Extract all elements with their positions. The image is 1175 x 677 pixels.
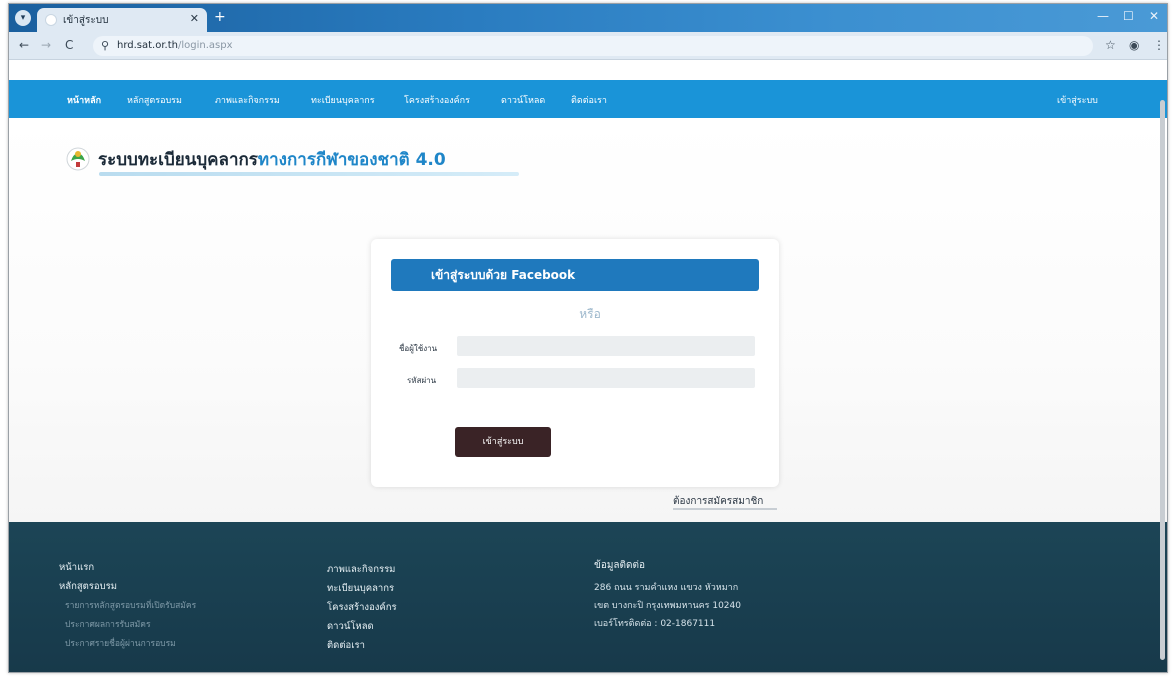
bookmark-star-icon[interactable]: ☆: [1105, 38, 1116, 52]
tab-search-icon[interactable]: ▾: [15, 10, 31, 26]
nav-item-home[interactable]: หน้าหลัก: [67, 93, 101, 107]
username-input[interactable]: [457, 336, 755, 356]
nav-login-link[interactable]: เข้าสู่ระบบ: [1057, 93, 1098, 107]
password-label: รหัสผ่าน: [407, 376, 437, 385]
footer-link-registry[interactable]: ทะเบียนบุคลากร: [327, 581, 397, 600]
new-tab-icon[interactable]: +: [214, 10, 226, 24]
footer-sublink-open-courses[interactable]: รายการหลักสูตรอบรมที่เปิดรับสมัคร: [59, 598, 196, 617]
password-input[interactable]: [457, 368, 755, 388]
site-title: ระบบทะเบียนบุคลากรทางการกีฬาของชาติ 4.0: [98, 150, 446, 170]
maximize-icon[interactable]: ☐: [1123, 9, 1134, 23]
footer-link-courses[interactable]: หลักสูตรอบรม: [59, 579, 196, 598]
username-label: ชื่อผู้ใช้งาน: [399, 344, 438, 353]
tab-title: เข้าสู่ระบบ: [63, 15, 109, 26]
footer-phone: เบอร์โทรติดต่อ : 02-1867111: [594, 619, 716, 629]
site-logo-icon: [66, 147, 90, 171]
forward-icon[interactable]: →: [41, 38, 51, 52]
reload-icon[interactable]: C: [65, 38, 73, 52]
close-icon[interactable]: ✕: [190, 12, 199, 25]
site-subtitle: [99, 172, 519, 176]
footer-link-home[interactable]: หน้าแรก: [59, 560, 196, 579]
minimize-icon[interactable]: —: [1097, 9, 1109, 23]
browser-toolbar: ← → C ⚲ hrd.sat.or.th/login.aspx ☆ ◉ ⋮: [9, 32, 1167, 60]
footer-sublink-results[interactable]: ประกาศผลการรับสมัคร: [59, 617, 196, 636]
footer-link-gallery[interactable]: ภาพและกิจกรรม: [327, 562, 397, 581]
favicon-icon: [45, 14, 57, 26]
browser-tab[interactable]: เข้าสู่ระบบ ✕: [37, 8, 207, 32]
footer-sublink-passed[interactable]: ประกาศรายชื่อผู้ผ่านการอบรม: [59, 636, 196, 655]
site-footer: หน้าแรก หลักสูตรอบรม รายการหลักสูตรอบรมท…: [9, 522, 1167, 672]
url-text: hrd.sat.or.th/login.aspx: [117, 40, 233, 51]
signup-link[interactable]: ต้องการสมัครสมาชิก: [673, 494, 763, 509]
menu-icon[interactable]: ⋮: [1153, 38, 1165, 52]
site-nav-bar: หน้าหลัก หลักสูตรอบรม ภาพและกิจกรรม ทะเบ…: [9, 80, 1167, 118]
footer-col-main: หน้าแรก หลักสูตรอบรม รายการหลักสูตรอบรมท…: [59, 560, 196, 655]
tab-strip: ▾ เข้าสู่ระบบ ✕ + — ☐ ✕: [9, 4, 1167, 32]
browser-window: ▾ เข้าสู่ระบบ ✕ + — ☐ ✕ ← → C ⚲ hrd.sat.…: [8, 3, 1168, 673]
nav-item-contact[interactable]: ติดต่อเรา: [571, 93, 607, 107]
signup-underline: [673, 508, 777, 510]
page-scrollbar[interactable]: [1160, 100, 1165, 660]
footer-link-structure[interactable]: โครงสร้างองค์กร: [327, 600, 397, 619]
facebook-login-button[interactable]: เข้าสู่ระบบด้วย Facebook: [391, 259, 759, 291]
nav-item-registry[interactable]: ทะเบียนบุคลากร: [311, 93, 375, 107]
footer-link-contact[interactable]: ติดต่อเรา: [327, 638, 397, 657]
footer-contact-title: ข้อมูลติดต่อ: [594, 560, 646, 571]
footer-link-download[interactable]: ดาวน์โหลด: [327, 619, 397, 638]
footer-contact: ข้อมูลติดต่อ 286 ถนน รามคำแหง แขวง หัวหม…: [594, 558, 741, 634]
address-bar[interactable]: ⚲ hrd.sat.or.th/login.aspx: [93, 36, 1093, 56]
login-submit-button[interactable]: เข้าสู่ระบบ: [455, 427, 551, 457]
nav-item-download[interactable]: ดาวน์โหลด: [501, 93, 545, 107]
footer-address-line1: 286 ถนน รามคำแหง แขวง หัวหมาก: [594, 583, 739, 593]
site-info-icon[interactable]: ⚲: [101, 39, 109, 52]
or-divider: หรือ: [579, 307, 601, 321]
nav-item-courses[interactable]: หลักสูตรอบรม: [127, 93, 182, 107]
profile-icon[interactable]: ◉: [1129, 38, 1139, 52]
footer-col-links: ภาพและกิจกรรม ทะเบียนบุคลากร โครงสร้างอง…: [327, 562, 397, 657]
nav-item-gallery[interactable]: ภาพและกิจกรรม: [215, 93, 280, 107]
close-window-icon[interactable]: ✕: [1149, 9, 1159, 23]
nav-item-structure[interactable]: โครงสร้างองค์กร: [404, 93, 470, 107]
footer-address-line2: เขต บางกะปิ กรุงเทพมหานคร 10240: [594, 601, 741, 611]
back-icon[interactable]: ←: [19, 38, 29, 52]
login-card: เข้าสู่ระบบด้วย Facebook หรือ ชื่อผู้ใช้…: [371, 239, 779, 487]
